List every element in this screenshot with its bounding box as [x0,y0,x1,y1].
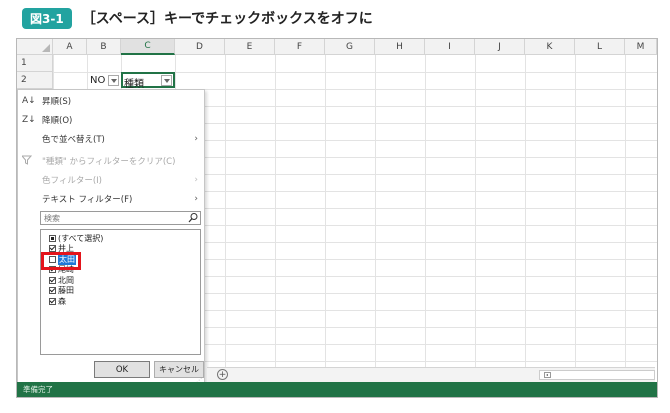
filter-dropdown-b-button[interactable] [108,75,119,86]
color-filter-item[interactable]: 色フィルター(I) › [22,171,202,189]
text-filter-item[interactable]: テキスト フィルター(F) › [22,190,202,208]
filter-value-list[interactable]: (すべて選択) 井上 太田 尾崎 北岡 藤田森 [40,229,201,355]
column-header-d[interactable]: D [175,39,225,55]
filter-list-item[interactable]: (すべて選択) [49,233,103,243]
column-header-c[interactable]: C [121,39,175,55]
gridline-vertical [625,55,626,367]
filter-list-item-label: 藤田 [58,286,74,295]
figure-title: ［スペース］キーでチェックボックスをオフに [81,11,373,27]
gridline-vertical [375,55,376,367]
filter-list-item[interactable]: 藤田 [49,286,74,296]
search-icon [188,213,198,223]
gridline-vertical [575,55,576,367]
checkbox[interactable] [49,297,56,305]
horizontal-scrollbar[interactable] [539,370,655,380]
sort-ascending-icon: A↓ [22,96,36,106]
gridline-vertical [325,55,326,367]
column-header-b[interactable]: B [87,39,121,55]
spreadsheet-window: A B C D E F G H I J K L M 1 2 NO 種類 A↓ 昇… [16,38,658,398]
sheet-tab-bar: + [207,367,655,383]
column-header-m[interactable]: M [625,39,657,55]
checkbox[interactable] [49,245,56,252]
column-header-i[interactable]: I [425,39,475,55]
column-header-e[interactable]: E [225,39,275,55]
column-header-k[interactable]: K [525,39,575,55]
checkbox[interactable] [49,287,56,294]
figure-badge: 図3-1 [22,7,72,29]
scroll-left-icon[interactable] [544,372,551,378]
gridline-vertical [525,55,526,367]
column-header-l[interactable]: L [575,39,625,55]
add-sheet-button[interactable]: + [217,369,228,380]
filter-list-item-label: (すべて選択) [58,233,104,243]
cell-c2[interactable]: 種類 [124,75,144,90]
highlight-frame [41,252,81,270]
column-header-g[interactable]: G [325,39,375,55]
chevron-right-icon: › [194,175,198,185]
checkbox[interactable] [49,234,56,242]
filter-dropdown-c-button[interactable] [161,75,172,86]
sort-by-color-item[interactable]: 色で並べ替え(T) › [22,130,202,148]
sort-ascending-item[interactable]: A↓ 昇順(S) [22,92,202,110]
gridline-vertical [225,55,226,367]
filter-list-item[interactable]: 森 [49,296,66,306]
column-header-f[interactable]: F [275,39,325,55]
clear-filter-item[interactable]: "種類" からフィルターをクリア(C) [20,152,202,170]
gridline-vertical [275,55,276,367]
status-bar: 準備完了 [17,382,657,397]
select-all-corner[interactable] [17,39,53,55]
filter-search-input[interactable]: 検索 [40,211,201,225]
gridline-vertical [425,55,426,367]
clear-filter-icon [20,155,38,168]
autofilter-panel: A↓ 昇順(S) Z↓ 降順(O) 色で並べ替え(T) › "種類" からフィル… [17,89,205,387]
checkbox[interactable] [49,276,56,284]
status-text: 準備完了 [23,385,53,394]
chevron-right-icon: › [194,134,198,144]
sort-descending-icon: Z↓ [22,115,36,125]
column-header-a[interactable]: A [53,39,87,55]
column-header-h[interactable]: H [375,39,425,55]
filter-list-item[interactable]: 北岡 [49,275,74,285]
row-header-2[interactable]: 2 [17,72,53,89]
cancel-button[interactable]: キャンセル [154,361,204,378]
sort-descending-item[interactable]: Z↓ 降順(O) [22,111,202,129]
gridline-vertical [475,55,476,367]
row-header-1[interactable]: 1 [17,55,53,72]
filter-list-item-label: 森 [58,296,66,306]
figure-heading: 図3-1 ［スペース］キーでチェックボックスをオフに [22,6,373,30]
cell-b2[interactable]: NO [90,75,105,86]
column-header-j[interactable]: J [475,39,525,55]
chevron-right-icon: › [194,194,198,204]
filter-list-item-label: 北岡 [58,275,74,285]
ok-button[interactable]: OK [94,361,150,378]
